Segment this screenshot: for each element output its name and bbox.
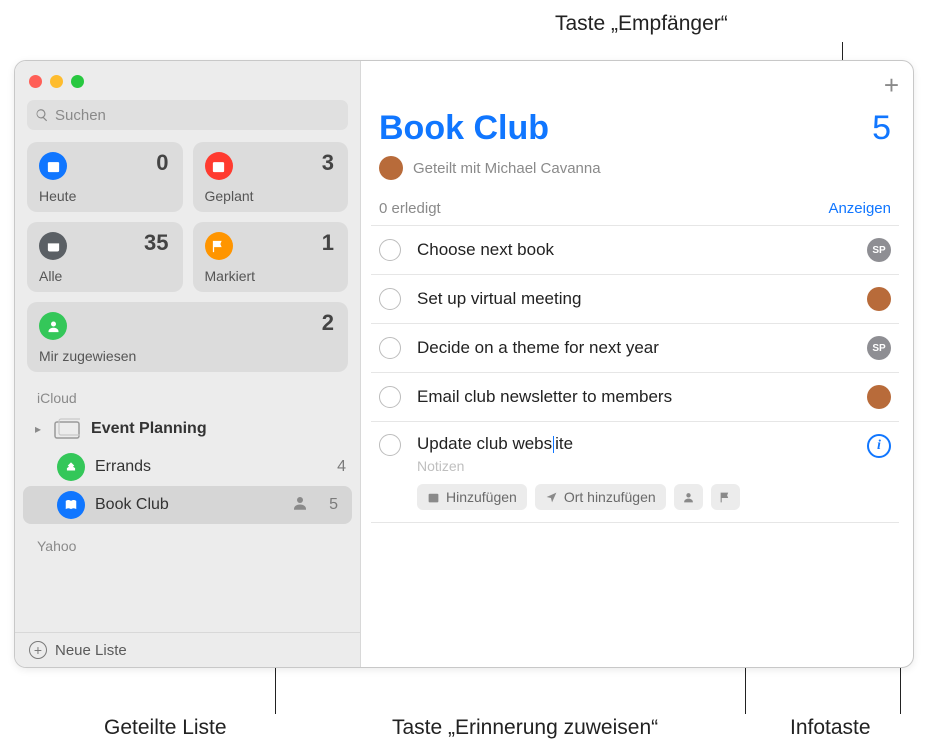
- section-yahoo[interactable]: Yahoo: [15, 524, 360, 558]
- smart-all-label: Alle: [39, 268, 171, 284]
- smart-assigned-count: 2: [322, 310, 334, 336]
- new-list-label: Neue Liste: [55, 642, 127, 659]
- add-reminder-button[interactable]: +: [884, 70, 899, 101]
- plus-icon: +: [29, 641, 47, 659]
- list-errands[interactable]: Errands 4: [15, 448, 360, 486]
- chip-label: Hinzufügen: [446, 489, 517, 505]
- list-icon: [57, 491, 85, 519]
- search-input[interactable]: Suchen: [27, 100, 348, 130]
- reminder-text: Email club newsletter to members: [417, 387, 851, 407]
- smart-flagged-label: Markiert: [205, 268, 337, 284]
- complete-toggle[interactable]: [379, 434, 401, 456]
- person-icon: [39, 312, 67, 340]
- callout-shared-list: Geteilte Liste: [104, 716, 227, 740]
- smart-flagged[interactable]: 1 Markiert: [193, 222, 349, 292]
- reminder-item[interactable]: Decide on a theme for next year SP: [371, 323, 899, 372]
- smart-scheduled[interactable]: 3 Geplant: [193, 142, 349, 212]
- assignee-badge[interactable]: [867, 287, 891, 311]
- show-completed-button[interactable]: Anzeigen: [828, 200, 891, 217]
- text-after-cursor: ite: [555, 434, 573, 453]
- chip-label: Ort hinzufügen: [564, 489, 656, 505]
- calendar-icon: [427, 491, 440, 504]
- smart-today-count: 0: [156, 150, 168, 176]
- assignee-badge[interactable]: SP: [867, 238, 891, 262]
- reminder-text-input[interactable]: Update club website: [417, 434, 851, 454]
- folder-label: Event Planning: [91, 420, 207, 438]
- shared-with-row[interactable]: Geteilt mit Michael Cavanna: [361, 148, 913, 190]
- smart-scheduled-count: 3: [322, 150, 334, 176]
- assignee-badge[interactable]: SP: [867, 336, 891, 360]
- list-label: Book Club: [95, 496, 169, 514]
- reminder-item[interactable]: Choose next book SP: [371, 225, 899, 274]
- complete-toggle[interactable]: [379, 288, 401, 310]
- smart-assigned[interactable]: 2 Mir zugewiesen: [27, 302, 348, 372]
- smart-scheduled-label: Geplant: [205, 188, 337, 204]
- reminder-item[interactable]: Email club newsletter to members: [371, 372, 899, 421]
- reminder-text: Decide on a theme for next year: [417, 338, 851, 358]
- section-icloud[interactable]: iCloud: [15, 382, 360, 410]
- list-count: 5: [329, 496, 338, 514]
- flag-button[interactable]: [711, 484, 740, 510]
- assign-button[interactable]: [674, 484, 703, 510]
- completed-count: 0 erledigt: [379, 200, 441, 217]
- complete-toggle[interactable]: [379, 386, 401, 408]
- close-icon[interactable]: [29, 75, 42, 88]
- shared-icon: [291, 494, 309, 517]
- reminder-item-editing[interactable]: Update club website Notizen Hinzufügen O…: [371, 421, 899, 523]
- add-location-button[interactable]: Ort hinzufügen: [535, 484, 666, 510]
- smart-flagged-count: 1: [322, 230, 334, 256]
- shared-with-label: Geteilt mit Michael Cavanna: [413, 160, 601, 177]
- folder-event-planning[interactable]: ▸ Event Planning: [15, 410, 360, 448]
- calendar-icon: [205, 152, 233, 180]
- smart-assigned-label: Mir zugewiesen: [39, 348, 336, 364]
- chevron-right-icon: ▸: [35, 422, 41, 436]
- list-total-count: 5: [872, 109, 891, 148]
- list-count: 4: [337, 458, 346, 476]
- minimize-icon[interactable]: [50, 75, 63, 88]
- smart-all-count: 35: [144, 230, 168, 256]
- flag-icon: [719, 491, 732, 504]
- tray-icon: [39, 232, 67, 260]
- toolbar: +: [361, 61, 913, 109]
- reminder-text: Set up virtual meeting: [417, 289, 851, 309]
- text-cursor: [553, 436, 554, 453]
- search-placeholder: Suchen: [55, 107, 106, 124]
- zoom-icon[interactable]: [71, 75, 84, 88]
- add-date-button[interactable]: Hinzufügen: [417, 484, 527, 510]
- reminder-text: Choose next book: [417, 240, 851, 260]
- complete-toggle[interactable]: [379, 239, 401, 261]
- calendar-icon: [39, 152, 67, 180]
- callout-info: Infotaste: [790, 716, 871, 740]
- reminder-item[interactable]: Set up virtual meeting: [371, 274, 899, 323]
- complete-toggle[interactable]: [379, 337, 401, 359]
- list-label: Errands: [95, 458, 151, 476]
- window-controls: [15, 73, 360, 98]
- callout-recipients: Taste „Empfänger“: [555, 12, 728, 36]
- smart-lists: 0 Heute 3 Geplant 35 Alle: [15, 142, 360, 382]
- new-list-button[interactable]: + Neue Liste: [15, 632, 360, 667]
- list-title: Book Club: [379, 109, 549, 148]
- flag-icon: [205, 232, 233, 260]
- list-book-club[interactable]: Book Club 5: [23, 486, 352, 524]
- person-icon: [682, 491, 695, 504]
- location-icon: [545, 491, 558, 504]
- main-panel: + Book Club 5 Geteilt mit Michael Cavann…: [361, 61, 913, 667]
- smart-today-label: Heute: [39, 188, 171, 204]
- avatar: [379, 156, 403, 180]
- reminder-list: Choose next book SP Set up virtual meeti…: [361, 225, 913, 523]
- app-window: Suchen 0 Heute 3 Geplant 35: [14, 60, 914, 668]
- callout-assign: Taste „Erinnerung zuweisen“: [392, 716, 658, 740]
- smart-today[interactable]: 0 Heute: [27, 142, 183, 212]
- sidebar: Suchen 0 Heute 3 Geplant 35: [15, 61, 361, 667]
- list-icon: [57, 453, 85, 481]
- search-icon: [35, 108, 49, 122]
- smart-all[interactable]: 35 Alle: [27, 222, 183, 292]
- quick-actions: Hinzufügen Ort hinzufügen: [417, 484, 851, 510]
- text-before-cursor: Update club webs: [417, 434, 552, 453]
- notes-placeholder[interactable]: Notizen: [417, 458, 851, 474]
- assignee-badge[interactable]: [867, 385, 891, 409]
- folder-icon: [53, 415, 81, 443]
- info-button[interactable]: i: [867, 434, 891, 458]
